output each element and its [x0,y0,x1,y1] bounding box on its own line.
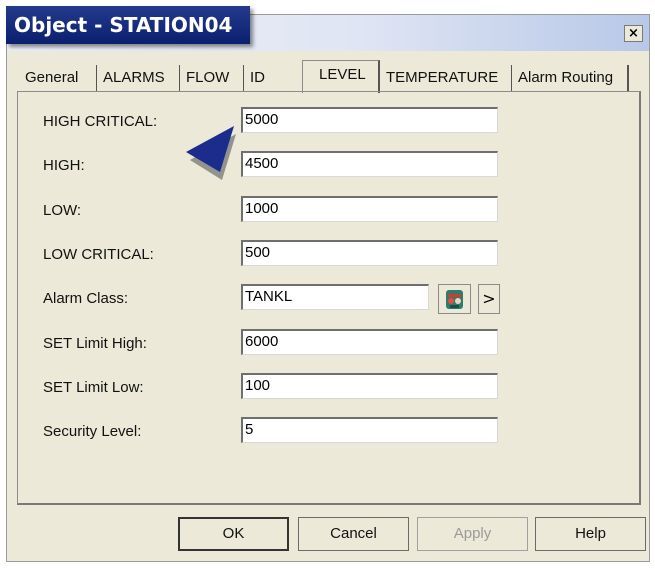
alarm-class-icon [446,290,463,309]
tab-flow[interactable]: FLOW [180,65,244,91]
tab-general[interactable]: General [19,65,97,91]
high-critical-field[interactable]: 5000 [241,107,498,133]
low-critical-field[interactable]: 500 [241,240,498,266]
security-level-label: Security Level: [43,423,142,440]
high-critical-label: HIGH CRITICAL: [43,113,158,130]
alarm-class-field[interactable]: TANKL [241,284,429,310]
window-title: Object - STATION04 [6,6,251,44]
alarm-class-label: Alarm Class: [43,290,129,307]
tab-id[interactable]: ID [244,65,302,91]
cancel-button[interactable]: Cancel [298,517,409,551]
close-button[interactable]: × [624,25,643,42]
tab-alarms[interactable]: ALARMS [97,65,180,91]
tab-alarm-routing[interactable]: Alarm Routing [512,65,629,91]
set-limit-high-label: SET Limit High: [43,335,147,352]
security-level-field[interactable]: 5 [241,417,498,443]
pointer-arrow-icon [186,126,236,180]
low-label: LOW: [43,202,82,219]
object-properties-dialog: × General ALARMS FLOW ID LEVEL TEMPERATU… [6,14,650,562]
high-field[interactable]: 4500 [241,151,498,177]
ok-button[interactable]: OK [178,517,289,551]
tab-temperature[interactable]: TEMPERATURE [380,65,512,91]
set-limit-high-field[interactable]: 6000 [241,329,498,355]
help-button[interactable]: Help [535,517,646,551]
apply-button[interactable]: Apply [417,517,528,551]
alarm-class-arrow-button[interactable]: > [478,284,500,314]
set-limit-low-field[interactable]: 100 [241,373,498,399]
high-label: HIGH: [43,157,85,174]
low-field[interactable]: 1000 [241,196,498,222]
tab-level[interactable]: LEVEL [302,60,380,93]
alarm-class-browse-button[interactable] [438,284,471,314]
set-limit-low-label: SET Limit Low: [43,379,144,396]
low-critical-label: LOW CRITICAL: [43,246,154,263]
